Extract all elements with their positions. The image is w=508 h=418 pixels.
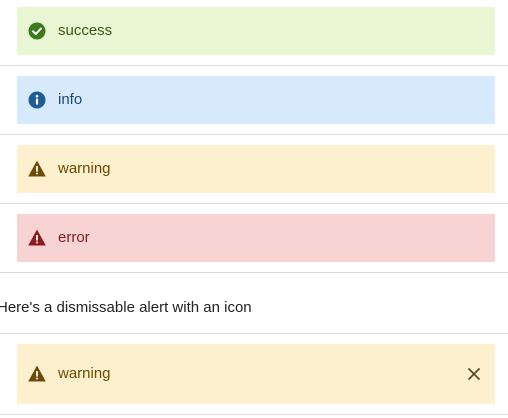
- divider: [0, 333, 508, 334]
- error-alert-label: error: [58, 229, 90, 246]
- divider: [0, 414, 508, 415]
- divider: [0, 65, 508, 66]
- dismissable-alert-description: Here's a dismissable alert with an icon: [0, 299, 252, 316]
- warning-alert-label: warning: [58, 160, 111, 177]
- error-alert: error: [17, 214, 495, 262]
- warning-triangle-icon: [28, 365, 46, 383]
- dismissable-warning-alert: warning: [17, 344, 495, 404]
- divider: [0, 203, 508, 204]
- info-alert: info: [17, 76, 495, 124]
- close-icon: [468, 368, 480, 380]
- success-alert-label: success: [58, 22, 113, 39]
- divider: [0, 272, 508, 273]
- info-circle-icon: [28, 91, 46, 109]
- warning-triangle-icon: [28, 160, 46, 178]
- divider: [0, 134, 508, 135]
- close-button[interactable]: [465, 365, 483, 383]
- success-alert: success: [17, 7, 495, 55]
- check-circle-icon: [28, 22, 46, 40]
- alerts-demo-page: success info warning error Here's a dism…: [0, 0, 508, 418]
- info-alert-label: info: [58, 91, 83, 108]
- warning-alert: warning: [17, 145, 495, 193]
- error-triangle-icon: [28, 229, 46, 247]
- dismissable-warning-label: warning: [58, 365, 111, 382]
